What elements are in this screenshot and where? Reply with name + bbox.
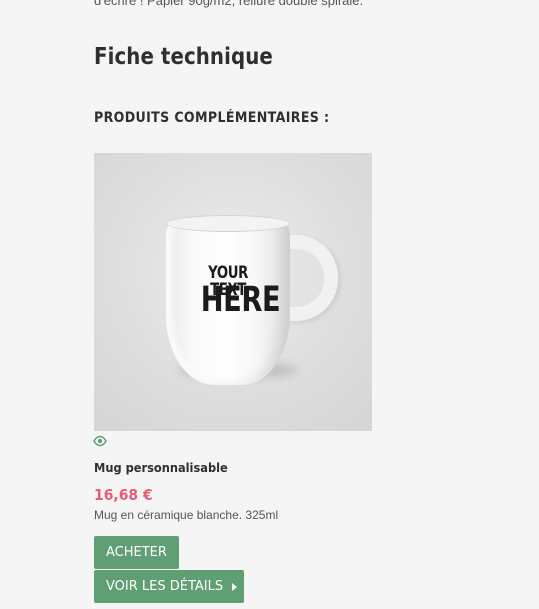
buy-button-label: ACHETER — [106, 545, 167, 560]
related-products-title: PRODUITS COMPLÉMENTAIRES : — [94, 110, 330, 126]
view-details-button[interactable]: VOIR LES DÉTAILS — [94, 570, 244, 603]
caret-right-icon — [232, 582, 238, 591]
mug-print-text-bottom: HERE — [200, 280, 281, 320]
eye-icon[interactable] — [93, 434, 107, 447]
product-image[interactable]: YOUR TEXT HERE — [94, 153, 372, 431]
product-description: Mug en céramique blanche. 325ml — [94, 508, 279, 522]
view-details-label: VOIR LES DÉTAILS — [106, 579, 224, 594]
product-page: d'écrire ! Papier 90g/m2, reliure double… — [0, 0, 539, 609]
section-title: Fiche technique — [94, 44, 273, 70]
product-name[interactable]: Mug personnalisable — [94, 461, 228, 475]
previous-description-text: d'écrire ! Papier 90g/m2, reliure double… — [94, 0, 364, 8]
buy-button[interactable]: ACHETER — [94, 536, 179, 569]
product-price: 16,68 € — [94, 486, 153, 504]
mug-rim — [166, 215, 290, 232]
